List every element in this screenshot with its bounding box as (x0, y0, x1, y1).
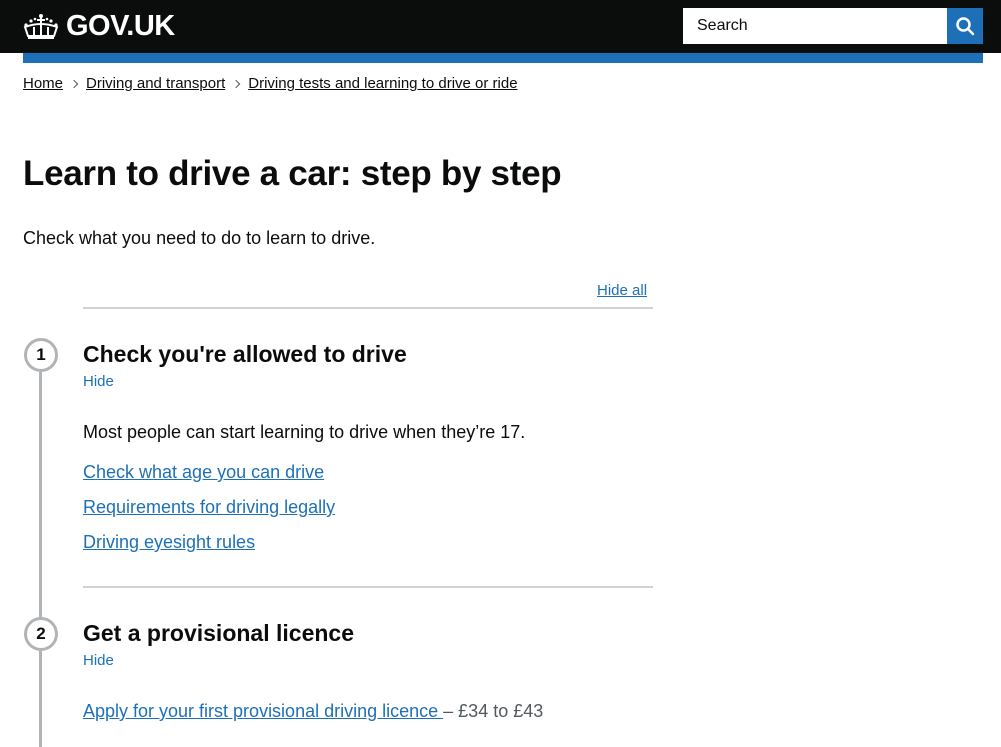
breadcrumb-driving-tests[interactable]: Driving tests and learning to drive or r… (248, 75, 517, 92)
search-button[interactable] (947, 8, 983, 44)
header-blue-bar (23, 53, 983, 63)
step-hide-toggle[interactable]: Hide (83, 373, 114, 390)
chevron-right-icon (232, 79, 241, 88)
breadcrumb-driving-and-transport[interactable]: Driving and transport (86, 75, 225, 92)
step-number-circle: 1 (24, 338, 58, 372)
step-link[interactable]: Apply for your first provisional driving… (83, 701, 443, 721)
divider (83, 586, 653, 588)
page-lede: Check what you need to do to learn to dr… (23, 228, 376, 248)
step-connector-line (39, 651, 42, 747)
step-number-circle: 2 (24, 617, 58, 651)
divider (83, 307, 653, 309)
step-link[interactable]: Check what age you can drive (83, 462, 324, 483)
crown-icon (23, 13, 59, 39)
cost-text: – £34 to £43 (443, 701, 544, 721)
step-link-row: Apply for your first provisional driving… (83, 701, 543, 722)
step-connector-line (39, 372, 42, 622)
step-title[interactable]: Get a provisional licence (83, 620, 354, 647)
breadcrumb-home[interactable]: Home (23, 75, 63, 92)
step-link[interactable]: Driving eyesight rules (83, 532, 255, 553)
step-link[interactable]: Requirements for driving legally (83, 497, 335, 518)
step-title[interactable]: Check you're allowed to drive (83, 341, 407, 368)
search-icon (956, 17, 975, 36)
search-form (683, 8, 983, 44)
govuk-logo-link[interactable]: GOV.UK (23, 10, 175, 43)
chevron-right-icon (69, 79, 79, 88)
step-hide-toggle[interactable]: Hide (83, 652, 114, 669)
page-title: Learn to drive a car: step by step (23, 154, 562, 193)
site-header: GOV.UK (0, 0, 1001, 53)
logo-text: GOV.UK (66, 10, 175, 42)
search-input[interactable] (683, 8, 947, 44)
step-paragraph: Most people can start learning to drive … (83, 422, 526, 442)
breadcrumb: Home Driving and transport Driving tests… (23, 75, 518, 92)
hide-all-button[interactable]: Hide all (597, 282, 647, 299)
